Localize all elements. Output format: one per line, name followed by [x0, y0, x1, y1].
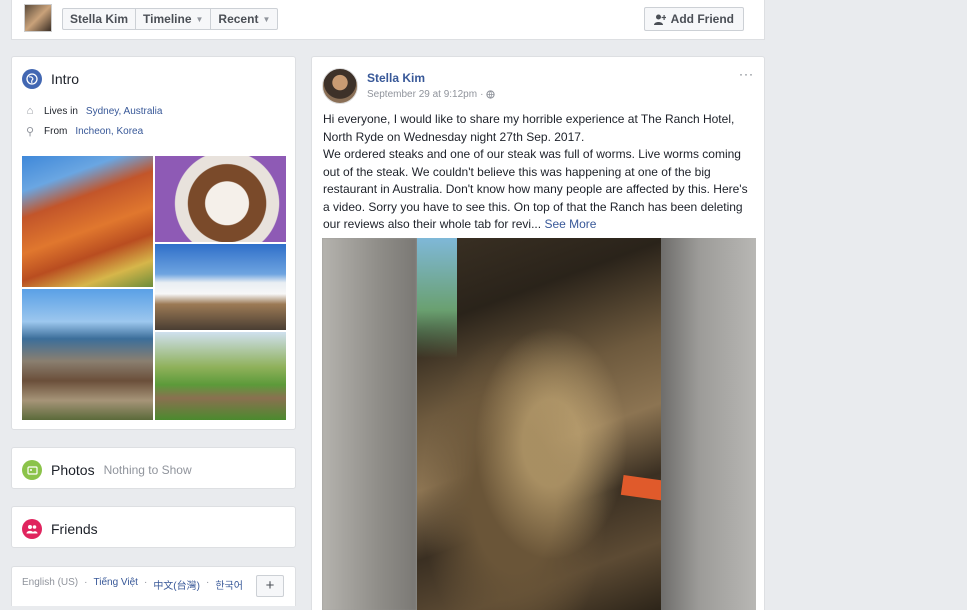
nav-name-link[interactable]: Stella Kim	[63, 9, 137, 29]
language-option[interactable]: 한국어	[215, 577, 243, 592]
language-option[interactable]: 中文(台灣)	[153, 577, 200, 592]
photos-header[interactable]: Photos Nothing to Show	[12, 448, 295, 492]
intro-card: Intro ⌂ Lives in Sydney, Australia ⚲ Fro…	[11, 56, 296, 430]
friends-card: Friends	[11, 506, 296, 548]
photos-title: Photos	[51, 462, 95, 478]
globe-icon	[22, 69, 42, 89]
profile-avatar[interactable]	[24, 4, 52, 32]
more-languages-button[interactable]: +	[256, 575, 284, 597]
friends-icon	[22, 519, 42, 539]
post-video[interactable]	[322, 238, 756, 610]
post-card: Stella Kim September 29 at 9:12pm · ··· …	[311, 56, 765, 610]
featured-photos	[22, 156, 286, 420]
featured-photo-autumn-tree[interactable]	[22, 156, 153, 287]
featured-photo-rocks[interactable]	[22, 289, 153, 420]
featured-photo-kangaroo[interactable]	[155, 332, 286, 420]
language-option[interactable]: Tiếng Việt	[93, 577, 137, 592]
post-author-avatar[interactable]	[322, 68, 358, 104]
hometown-link[interactable]: Incheon, Korea	[75, 126, 143, 137]
photos-icon	[22, 460, 42, 480]
intro-header: Intro	[12, 57, 295, 101]
post-body: Hi everyone, I would like to share my ho…	[323, 111, 757, 234]
friends-header[interactable]: Friends	[12, 507, 295, 551]
photos-empty-text: Nothing to Show	[103, 463, 192, 477]
nav-recent[interactable]: Recent ▼	[211, 9, 277, 29]
post-timestamp[interactable]: September 29 at 9:12pm	[367, 89, 477, 100]
add-friend-icon	[653, 14, 666, 25]
language-card: English (US) · Tiếng Việt · 中文(台灣) · 한국어…	[11, 566, 296, 606]
language-list: English (US) · Tiếng Việt · 中文(台灣) · 한국어	[22, 577, 243, 592]
post-options-button[interactable]: ···	[739, 67, 754, 81]
chevron-down-icon: ▼	[262, 14, 271, 24]
lives-in-link[interactable]: Sydney, Australia	[86, 106, 163, 117]
home-icon: ⌂	[26, 105, 34, 117]
public-globe-icon[interactable]	[486, 90, 496, 99]
nav-timeline[interactable]: Timeline ▼	[136, 9, 212, 29]
post-text: Hi everyone, I would like to share my ho…	[323, 112, 748, 231]
intro-title: Intro	[51, 71, 80, 87]
post-meta: September 29 at 9:12pm ·	[367, 89, 496, 100]
add-friend-button[interactable]: Add Friend	[643, 7, 744, 31]
profile-nav: Stella Kim Timeline ▼ Recent ▼	[62, 8, 279, 30]
video-frame	[417, 238, 661, 610]
video-blur-right	[661, 238, 756, 610]
lives-in-row: ⌂ Lives in Sydney, Australia	[12, 101, 295, 121]
friends-title: Friends	[51, 521, 98, 537]
featured-photo-opera-house[interactable]	[155, 244, 286, 330]
language-current: English (US)	[22, 577, 79, 588]
featured-photo-dog[interactable]	[155, 156, 286, 242]
see-more-link[interactable]: See More	[544, 217, 596, 231]
video-blur-left	[322, 238, 417, 610]
photos-card: Photos Nothing to Show	[11, 447, 296, 489]
post-author-name[interactable]: Stella Kim	[367, 71, 425, 85]
profile-top-bar: Stella Kim Timeline ▼ Recent ▼ Add Frien…	[11, 0, 765, 40]
from-row: ⚲ From Incheon, Korea	[25, 126, 144, 138]
location-pin-icon: ⚲	[25, 126, 35, 138]
chevron-down-icon: ▼	[195, 14, 204, 24]
